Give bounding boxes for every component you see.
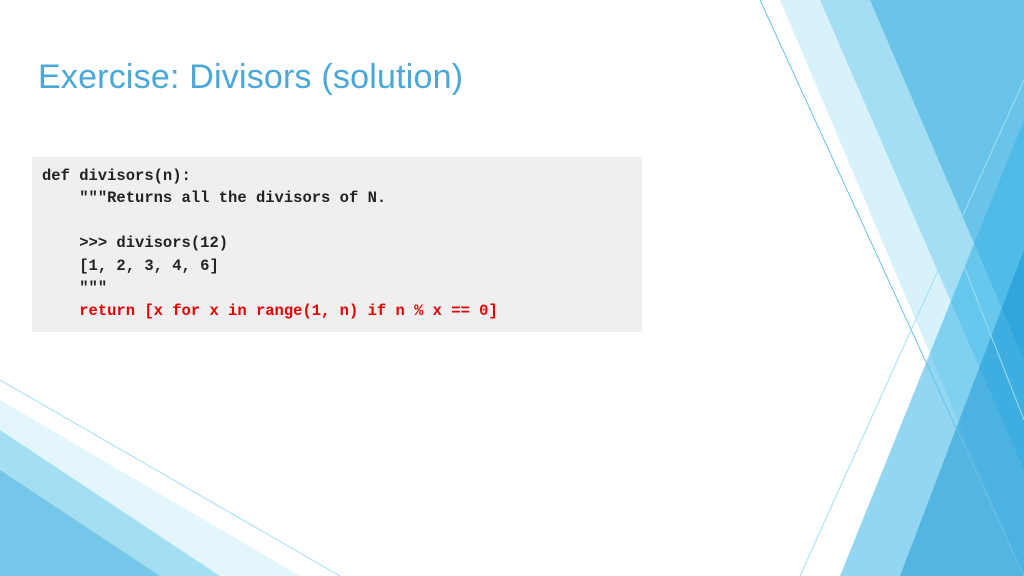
code-return-line: return [x for x in range(1, n) if n % x …	[79, 302, 498, 320]
code-line: def divisors(n):	[42, 167, 191, 185]
code-line: """	[79, 279, 107, 297]
slide-title: Exercise: Divisors (solution)	[38, 58, 463, 97]
code-line: [1, 2, 3, 4, 6]	[79, 257, 219, 275]
code-line: >>> divisors(12)	[79, 234, 228, 252]
slide: Exercise: Divisors (solution) def diviso…	[0, 0, 1024, 576]
code-line: """Returns all the divisors of N.	[79, 189, 386, 207]
code-block: def divisors(n): """Returns all the divi…	[32, 157, 642, 332]
